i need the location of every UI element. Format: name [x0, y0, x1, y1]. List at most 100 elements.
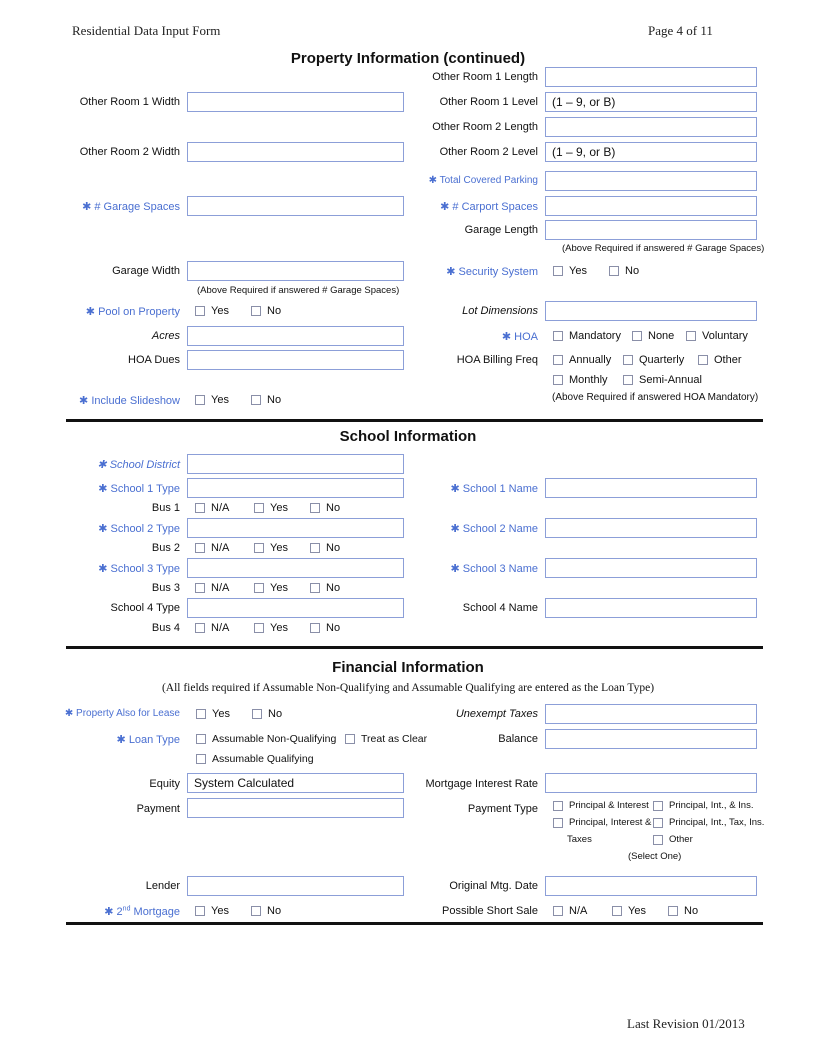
- pool-no-checkbox[interactable]: No: [251, 305, 281, 317]
- checkbox-icon[interactable]: [653, 800, 663, 811]
- bus-option-checkbox[interactable]: N/A: [195, 542, 229, 554]
- bus-option-checkbox[interactable]: Yes: [254, 542, 288, 554]
- bus-option-checkbox[interactable]: N/A: [195, 622, 229, 634]
- total-covered-parking-input[interactable]: [545, 171, 757, 191]
- checkbox-icon[interactable]: [668, 906, 678, 916]
- lease-yes-checkbox[interactable]: Yes: [196, 708, 230, 720]
- bus-option-checkbox[interactable]: N/A: [195, 502, 229, 514]
- checkbox-icon[interactable]: [252, 709, 262, 719]
- other-room2-length-input[interactable]: [545, 117, 757, 137]
- short-sale-no-checkbox[interactable]: No: [668, 905, 698, 917]
- checkbox-icon[interactable]: [195, 906, 205, 916]
- checkbox-icon[interactable]: [553, 906, 563, 916]
- other-room1-width-input[interactable]: [187, 92, 404, 112]
- checkbox-icon[interactable]: [632, 331, 642, 341]
- hoa-dues-input[interactable]: [187, 350, 404, 370]
- loan-nonqualifying-checkbox[interactable]: Assumable Non-Qualifying: [196, 733, 336, 745]
- checkbox-icon[interactable]: [195, 306, 205, 316]
- school-name-input[interactable]: [545, 598, 757, 618]
- bus-option-checkbox[interactable]: No: [310, 622, 340, 634]
- pool-yes-checkbox[interactable]: Yes: [195, 305, 229, 317]
- bus-option-checkbox[interactable]: Yes: [254, 622, 288, 634]
- checkbox-icon[interactable]: [553, 800, 563, 811]
- other-room2-width-input[interactable]: [187, 142, 404, 162]
- bus-option-checkbox[interactable]: No: [310, 542, 340, 554]
- short-sale-na-checkbox[interactable]: N/A: [553, 905, 587, 917]
- checkbox-icon[interactable]: [623, 355, 633, 365]
- checkbox-icon[interactable]: [196, 734, 206, 744]
- checkbox-icon[interactable]: [254, 583, 264, 593]
- checkbox-icon[interactable]: [254, 503, 264, 513]
- other-room1-length-input[interactable]: [545, 67, 757, 87]
- slideshow-yes-checkbox[interactable]: Yes: [195, 394, 229, 406]
- checkbox-icon[interactable]: [310, 503, 320, 513]
- security-no-checkbox[interactable]: No: [609, 265, 639, 277]
- checkbox-icon[interactable]: [698, 355, 708, 365]
- checkbox-icon[interactable]: [195, 543, 205, 553]
- checkbox-icon[interactable]: [553, 817, 563, 828]
- payment-input[interactable]: [187, 798, 404, 818]
- checkbox-icon[interactable]: [553, 331, 563, 341]
- garage-length-input[interactable]: [545, 220, 757, 240]
- original-date-input[interactable]: [545, 876, 757, 896]
- balance-input[interactable]: [545, 729, 757, 749]
- slideshow-no-checkbox[interactable]: No: [251, 394, 281, 406]
- checkbox-icon[interactable]: [686, 331, 696, 341]
- school-district-input[interactable]: [187, 454, 404, 474]
- hoa-none-checkbox[interactable]: None: [632, 330, 674, 342]
- other-room1-level-input[interactable]: (1 – 9, or B): [545, 92, 757, 112]
- billing-annually-checkbox[interactable]: Annually: [553, 354, 611, 366]
- pay-pi-checkbox[interactable]: Principal & Interest: [553, 800, 649, 811]
- checkbox-icon[interactable]: [196, 709, 206, 719]
- acres-input[interactable]: [187, 326, 404, 346]
- carport-spaces-input[interactable]: [545, 196, 757, 216]
- checkbox-icon[interactable]: [653, 817, 663, 828]
- unexempt-taxes-input[interactable]: [545, 704, 757, 724]
- school-name-input[interactable]: [545, 558, 757, 578]
- checkbox-icon[interactable]: [609, 266, 619, 276]
- checkbox-icon[interactable]: [623, 375, 633, 385]
- checkbox-icon[interactable]: [195, 395, 205, 405]
- checkbox-icon[interactable]: [310, 543, 320, 553]
- checkbox-icon[interactable]: [612, 906, 622, 916]
- billing-monthly-checkbox[interactable]: Monthly: [553, 374, 608, 386]
- loan-qualifying-checkbox[interactable]: Assumable Qualifying: [196, 753, 314, 765]
- checkbox-icon[interactable]: [251, 395, 261, 405]
- school-type-input[interactable]: [187, 478, 404, 498]
- checkbox-icon[interactable]: [553, 266, 563, 276]
- hoa-voluntary-checkbox[interactable]: Voluntary: [686, 330, 748, 342]
- garage-spaces-input[interactable]: [187, 196, 404, 216]
- school-type-input[interactable]: [187, 558, 404, 578]
- lot-dimensions-input[interactable]: [545, 301, 757, 321]
- checkbox-icon[interactable]: [254, 623, 264, 633]
- mortgage-rate-input[interactable]: [545, 773, 757, 793]
- checkbox-icon[interactable]: [310, 583, 320, 593]
- checkbox-icon[interactable]: [195, 623, 205, 633]
- second-mortgage-yes-checkbox[interactable]: Yes: [195, 905, 229, 917]
- school-name-input[interactable]: [545, 478, 757, 498]
- hoa-mandatory-checkbox[interactable]: Mandatory: [553, 330, 621, 342]
- checkbox-icon[interactable]: [195, 503, 205, 513]
- checkbox-icon[interactable]: [653, 834, 663, 845]
- garage-width-input[interactable]: [187, 261, 404, 281]
- school-type-input[interactable]: [187, 518, 404, 538]
- school-name-input[interactable]: [545, 518, 757, 538]
- billing-semiannual-checkbox[interactable]: Semi-Annual: [623, 374, 702, 386]
- lease-no-checkbox[interactable]: No: [252, 708, 282, 720]
- bus-option-checkbox[interactable]: No: [310, 502, 340, 514]
- billing-other-checkbox[interactable]: Other: [698, 354, 742, 366]
- checkbox-icon[interactable]: [196, 754, 206, 764]
- checkbox-icon[interactable]: [195, 583, 205, 593]
- bus-option-checkbox[interactable]: No: [310, 582, 340, 594]
- loan-treat-clear-checkbox[interactable]: Treat as Clear: [345, 733, 427, 745]
- bus-option-checkbox[interactable]: N/A: [195, 582, 229, 594]
- billing-quarterly-checkbox[interactable]: Quarterly: [623, 354, 684, 366]
- second-mortgage-no-checkbox[interactable]: No: [251, 905, 281, 917]
- checkbox-icon[interactable]: [345, 734, 355, 744]
- checkbox-icon[interactable]: [251, 906, 261, 916]
- pay-pii-checkbox[interactable]: Principal, Int., & Ins.: [653, 800, 753, 811]
- pay-pit-checkbox[interactable]: Principal, Interest &: [553, 817, 651, 828]
- checkbox-icon[interactable]: [251, 306, 261, 316]
- school-type-input[interactable]: [187, 598, 404, 618]
- checkbox-icon[interactable]: [254, 543, 264, 553]
